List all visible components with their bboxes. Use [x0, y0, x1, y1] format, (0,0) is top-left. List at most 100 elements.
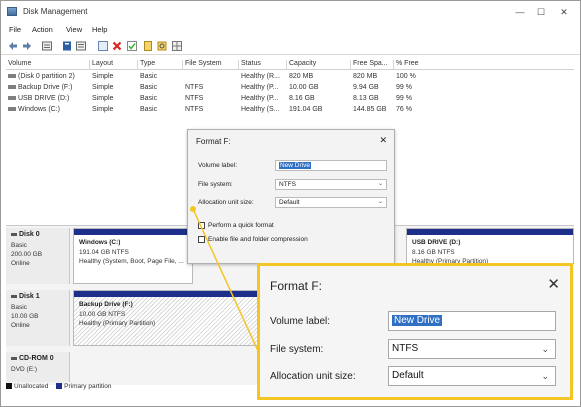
quick-format-label: Perform a quick format	[208, 222, 274, 230]
view-icon[interactable]	[98, 41, 108, 51]
zoom-dialog-title: Format F:	[270, 279, 323, 293]
zoom-allocation-select[interactable]: Default ⌄	[388, 366, 556, 386]
partition-backup-drive-f[interactable]: Backup Drive (F:) 10.00 GB NTFS Healthy …	[73, 290, 263, 346]
allocation-unit-select[interactable]: Default ⌄	[275, 197, 387, 208]
compression-label: Enable file and folder compression	[208, 236, 308, 244]
volume-status: Healthy (P...	[241, 84, 279, 91]
volume-label-value: New Drive	[279, 162, 311, 169]
allocation-unit-value: Default	[279, 199, 300, 206]
zoom-file-system-select[interactable]: NTFS ⌄	[388, 339, 556, 359]
delete-icon[interactable]	[112, 41, 122, 51]
col-status[interactable]: Status	[238, 60, 261, 70]
volume-icon	[8, 74, 16, 79]
volume-name: Windows (C:)	[18, 106, 61, 113]
zoom-volume-label-input[interactable]: New Drive	[388, 311, 556, 331]
quick-format-checkbox[interactable]: Perform a quick format	[198, 222, 274, 229]
grid-icon[interactable]	[172, 41, 182, 51]
disk-1-name: Disk 1	[19, 293, 40, 300]
volume-capacity: 8.16 GB	[289, 95, 315, 102]
partition-windows-c[interactable]: Windows (C:) 191.04 GB NTFS Healthy (Sys…	[73, 228, 193, 284]
menu-bar: File Action View Help	[1, 24, 580, 37]
check-icon[interactable]	[127, 41, 137, 51]
volume-status: Healthy (S...	[241, 106, 280, 113]
volume-name: USB DRIVE (D:)	[18, 95, 70, 102]
volume-free-space: 820 MB	[353, 73, 378, 80]
volume-row[interactable]: (Disk 0 partition 2) Simple Basic Health…	[6, 72, 574, 83]
partition-name: USB DRIVE (D:)	[412, 239, 461, 246]
col-free-space[interactable]: Free Spa...	[350, 60, 388, 70]
partition-size: 10.00 GB NTFS	[79, 311, 126, 318]
volume-free-space: 144.85 GB	[353, 106, 387, 113]
disk-1-size: 10.00 GB	[11, 313, 39, 320]
volume-name: Backup Drive (F:)	[18, 84, 73, 91]
legend-unallocated: Unallocated	[14, 383, 49, 390]
col-percent-free[interactable]: % Free	[393, 60, 419, 70]
partition-name: Backup Drive (F:)	[79, 301, 133, 308]
close-icon[interactable]: ✕	[547, 275, 560, 293]
zoom-allocation-label: Allocation unit size:	[270, 371, 356, 382]
cdrom-icon	[11, 356, 17, 360]
volume-icon	[8, 107, 16, 112]
properties-icon[interactable]	[76, 41, 86, 51]
menu-file[interactable]: File	[9, 25, 21, 34]
volume-row[interactable]: USB DRIVE (D:) Simple Basic NTFS Healthy…	[6, 94, 574, 105]
partition-size: 8.16 GB NTFS	[412, 249, 455, 256]
search-icon[interactable]	[157, 41, 167, 51]
menu-action[interactable]: Action	[32, 25, 53, 34]
primary-partition-swatch	[56, 383, 63, 390]
unallocated-swatch	[6, 383, 12, 390]
col-type[interactable]: Type	[137, 60, 155, 70]
cdrom-0-info[interactable]: CD-ROM 0 DVD (E:)	[6, 352, 70, 382]
disk-1-type: Basic	[11, 304, 27, 311]
disk-management-window: Disk Management — ☐ ✕ File Action View H…	[0, 0, 581, 407]
compression-checkbox[interactable]: Enable file and folder compression	[198, 236, 308, 243]
col-volume[interactable]: Volume	[6, 60, 31, 70]
maximize-button[interactable]: ☐	[534, 5, 548, 19]
primary-partition-bar	[74, 229, 192, 235]
volume-capacity: 10.00 GB	[289, 84, 319, 91]
partition-status: Healthy (System, Boot, Page File, ...	[79, 258, 184, 265]
zoom-file-system-label: File system:	[270, 344, 324, 355]
disk-0-name: Disk 0	[19, 231, 40, 238]
volume-layout: Simple	[92, 95, 114, 102]
format-dialog-title: Format F:	[196, 137, 231, 146]
chevron-down-icon: ⌄	[377, 199, 383, 205]
new-icon[interactable]	[143, 41, 153, 51]
close-button[interactable]: ✕	[557, 5, 571, 19]
list-icon[interactable]	[42, 41, 52, 51]
menu-view[interactable]: View	[66, 25, 82, 34]
col-file-system[interactable]: File System	[182, 60, 222, 70]
partition-usb-drive-d[interactable]: USB DRIVE (D:) 8.16 GB NTFS Healthy (Pri…	[406, 228, 574, 265]
disk-1-status: Online	[11, 322, 30, 329]
disk-1-info[interactable]: Disk 1 Basic 10.00 GB Online	[6, 290, 70, 346]
volume-label-input[interactable]: New Drive	[275, 160, 387, 171]
partition-status: Healthy (Primary Partition)	[79, 320, 156, 327]
volume-layout: Simple	[92, 73, 114, 80]
disk-0-info[interactable]: Disk 0 Basic 200.00 GB Online	[6, 228, 70, 284]
chevron-down-icon: ⌄	[377, 181, 383, 187]
back-icon[interactable]	[8, 41, 18, 51]
disk-management-app-icon	[7, 7, 17, 16]
forward-icon[interactable]	[22, 41, 32, 51]
col-layout[interactable]: Layout	[89, 60, 113, 70]
disk-icon	[11, 232, 17, 236]
volume-capacity: 820 MB	[289, 73, 314, 80]
toolbar	[1, 38, 580, 55]
allocation-unit-label: Allocation unit size:	[198, 199, 254, 206]
volume-type: Basic	[140, 84, 158, 91]
menu-help[interactable]: Help	[92, 25, 107, 34]
volume-percent-free: 100 %	[396, 73, 416, 80]
partition-name: Windows (C:)	[79, 239, 121, 246]
file-system-select[interactable]: NTFS ⌄	[275, 179, 387, 190]
file-system-value: NTFS	[279, 181, 296, 188]
volume-row[interactable]: Backup Drive (F:) Simple Basic NTFS Heal…	[6, 83, 574, 94]
help-icon[interactable]	[62, 41, 72, 51]
volume-status: Healthy (P...	[241, 95, 279, 102]
format-dialog-close-icon[interactable]: ✕	[379, 135, 387, 146]
volume-list-header: Volume Layout Type File System Status Ca…	[6, 58, 574, 70]
callout-dot	[190, 206, 196, 212]
disk-0-status: Online	[11, 260, 30, 267]
volume-row[interactable]: Windows (C:) Simple Basic NTFS Healthy (…	[6, 105, 574, 116]
minimize-button[interactable]: —	[513, 5, 527, 19]
col-capacity[interactable]: Capacity	[286, 60, 316, 70]
